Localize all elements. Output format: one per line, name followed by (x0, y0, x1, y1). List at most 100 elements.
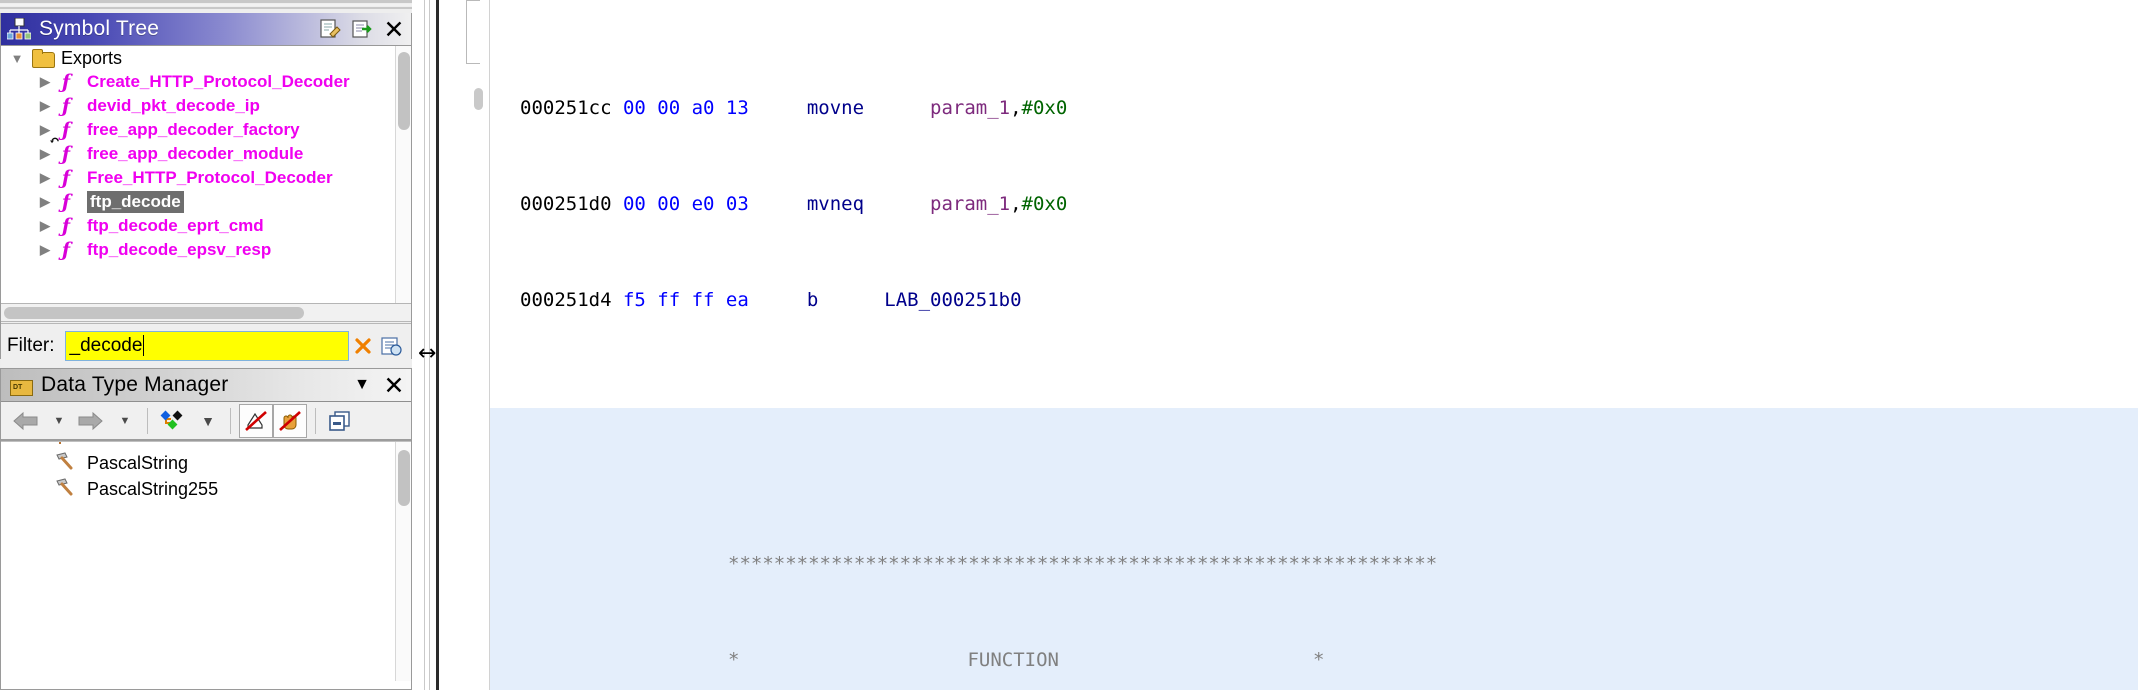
close-icon[interactable]: ✕ (379, 371, 409, 399)
banner-star-right: * (1312, 649, 1325, 671)
data-type-manager-body[interactable]: PascalString PascalString255 (1, 441, 411, 681)
window-frame-line (0, 4, 412, 6)
dtm-title-buttons: ▼ ✕ (347, 369, 409, 401)
data-type-manager-titlebar[interactable]: Data Type Manager ▼ ✕ (1, 369, 411, 401)
close-icon[interactable]: ✕ (379, 15, 409, 43)
scrollbar-thumb[interactable] (398, 450, 410, 506)
banner-star-left: * (728, 649, 740, 671)
filter-types-button[interactable] (156, 404, 192, 438)
listing-content: 000251cc 00 00 a0 13 movne param_1,#0x0 00… (490, 0, 2138, 690)
data-type-item-pascalstring255[interactable]: PascalString255 (1, 476, 411, 502)
splitter-divider (436, 0, 439, 690)
scrollbar-thumb[interactable] (398, 52, 410, 130)
symbol-tree-titlebar[interactable]: Symbol Tree ✕ (1, 13, 411, 45)
symbol-tree-panel: Symbol Tree ✕ ▼ Exports ▶ ƒ Create_HTTP_… (0, 13, 412, 367)
scrollbar-thumb[interactable] (4, 307, 304, 319)
panel-splitter[interactable]: ↔ (412, 0, 456, 690)
tree-item-label: Free_HTTP_Protocol_Decoder (87, 168, 333, 187)
chevron-right-icon[interactable] (35, 218, 55, 234)
listing-flow-arrow (466, 0, 480, 64)
instruction-bytes: 00 00 e0 03 (622, 193, 749, 215)
function-icon: ƒ (61, 191, 71, 213)
function-icon: ƒ (61, 71, 71, 93)
chevron-down-icon[interactable] (7, 51, 27, 66)
instruction-operand-number: #0x0 (1021, 97, 1068, 119)
disable-edit-button[interactable] (239, 403, 273, 438)
tree-item-label-selected: ftp_decode (87, 191, 184, 213)
chevron-right-icon[interactable] (35, 170, 55, 186)
instruction-address: 000251cc (520, 97, 612, 119)
banner-stars: ****************************************… (728, 553, 1438, 575)
forward-dropdown-button[interactable]: ▼ (109, 404, 139, 438)
filter-dropdown-button[interactable]: ▼ (192, 404, 222, 438)
back-button[interactable] (7, 404, 43, 438)
instruction-operand-label[interactable]: LAB_000251b0 (884, 289, 1021, 311)
data-type-manager-vertical-scrollbar[interactable] (395, 442, 411, 681)
tree-node-exports[interactable]: Exports (1, 46, 411, 70)
window-frame-line (0, 0, 412, 3)
tree-item-free-http-protocol-decoder[interactable]: ƒ Free_HTTP_Protocol_Decoder (1, 166, 411, 190)
listing-instruction-row[interactable]: 000251d0 00 00 e0 03 mvneq param_1,#0x0 (490, 192, 2138, 216)
instruction-mnemonic: b (806, 289, 819, 311)
instruction-operand-var[interactable]: param_1 (930, 193, 1010, 215)
tree-item-ftp-decode-eprt-cmd[interactable]: ƒ ftp_decode_eprt_cmd (1, 214, 411, 238)
splitter-handle[interactable]: ↔ (418, 341, 436, 366)
data-type-item-label: PascalString255 (87, 478, 219, 499)
window-frame-line (0, 7, 412, 9)
ghidra-window: Symbol Tree ✕ ▼ Exports ▶ ƒ Create_HTTP_… (0, 0, 2138, 690)
instruction-bytes: 00 00 a0 13 (622, 97, 749, 119)
disable-pointer-button[interactable] (273, 403, 307, 438)
chevron-right-icon[interactable] (35, 98, 55, 114)
listing-scroll-marker (474, 88, 483, 110)
symbol-tree-icon (6, 17, 32, 40)
filter-options-icon[interactable] (377, 331, 405, 361)
operand-separator: , (1010, 97, 1022, 119)
symbol-tree-body[interactable]: Exports ƒ Create_HTTP_Protocol_Decoder ƒ… (1, 45, 411, 303)
toolbar-separator (315, 407, 316, 434)
collapse-all-button[interactable] (324, 404, 356, 438)
chevron-down-icon[interactable]: ▼ (347, 371, 377, 399)
data-type-manager-panel: Data Type Manager ▼ ✕ ▼ ▼ (0, 368, 412, 690)
tree-item-free-app-decoder-factory[interactable]: ƒ free_app_decoder_factory (1, 118, 411, 142)
back-dropdown-button[interactable]: ▼ (43, 404, 73, 438)
data-type-partial-row (1, 442, 411, 450)
chevron-right-icon[interactable] (35, 74, 55, 90)
function-icon: ƒ (61, 167, 71, 189)
tree-item-ftp-decode-epsv-resp[interactable]: ƒ ftp_decode_epsv_resp (1, 238, 411, 262)
folder-icon (31, 49, 55, 68)
filter-input[interactable]: _decode (64, 330, 349, 361)
tree-item-create-http-protocol-decoder[interactable]: ƒ Create_HTTP_Protocol_Decoder (1, 70, 411, 94)
function-icon: ƒ (61, 239, 71, 261)
instruction-operand-var[interactable]: param_1 (930, 97, 1010, 119)
symbol-tree-horizontal-scrollbar[interactable] (1, 303, 411, 321)
instruction-address: 000251d0 (520, 193, 612, 215)
listing-instruction-row[interactable]: 000251d4 f5 ff ff ea b LAB_000251b0 (490, 288, 2138, 312)
builtin-type-icon (53, 451, 77, 476)
edit-icon[interactable] (315, 15, 345, 43)
tree-item-free-app-decoder-module[interactable]: ƒ free_app_decoder_module (1, 134, 411, 166)
clear-filter-icon[interactable] (349, 331, 377, 361)
symbol-tree-vertical-scrollbar[interactable] (395, 46, 411, 303)
instruction-mnemonic: mvneq (806, 193, 865, 215)
chevron-right-icon[interactable] (35, 194, 55, 210)
symbol-tree-filter-row: Filter: _decode (1, 321, 411, 367)
instruction-operand-number: #0x0 (1021, 193, 1068, 215)
data-type-item-pascalstring[interactable]: PascalString (1, 450, 411, 476)
tree-item-ftp-decode[interactable]: ƒ ftp_decode (1, 190, 411, 214)
forward-button[interactable] (73, 404, 109, 438)
refresh-icon[interactable] (347, 15, 377, 43)
data-type-manager-title: Data Type Manager (41, 373, 229, 396)
toolbar-separator (230, 407, 231, 434)
listing-instruction-row[interactable]: 000251cc 00 00 a0 13 movne param_1,#0x0 (490, 96, 2138, 120)
filter-label: Filter: (7, 334, 55, 356)
tree-item-devid-pkt-decode-ip[interactable]: ƒ devid_pkt_decode_ip (1, 94, 411, 118)
data-type-folder-icon (9, 376, 33, 396)
chevron-right-icon[interactable] (35, 242, 55, 258)
text-caret (143, 335, 145, 356)
tree-item-label: free_app_decoder_factory (87, 120, 300, 139)
tree-item-label: Create_HTTP_Protocol_Decoder (87, 72, 350, 91)
listing-margin-gutter (456, 0, 490, 690)
listing-panel[interactable]: 000251cc 00 00 a0 13 movne param_1,#0x0 00… (456, 0, 2138, 690)
tree-node-label: Exports (61, 47, 123, 68)
tree-item-label: free_app_decoder_module (87, 144, 304, 163)
